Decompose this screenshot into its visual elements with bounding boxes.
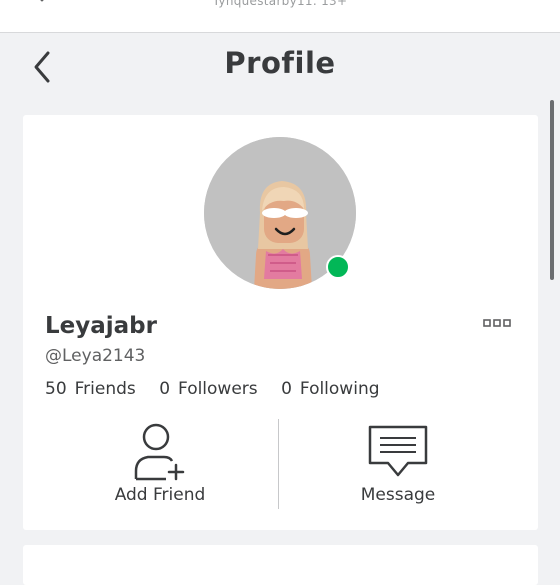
followers-label: Followers (178, 379, 258, 399)
message-button[interactable]: Message (278, 415, 518, 515)
following-stat[interactable]: 0 Following (281, 379, 379, 399)
page-title: Profile (224, 46, 336, 80)
display-name: Leyajabr (45, 313, 157, 339)
add-friend-button[interactable]: Add Friend (40, 415, 280, 515)
page-url: Tynquestarby11. 13+ (212, 0, 348, 8)
profile-stats: 50 Friends 0 Followers 0 Following (45, 379, 398, 399)
following-label: Following (299, 379, 380, 399)
profile-actions: Add Friend Message (23, 415, 538, 515)
message-label: Message (360, 485, 436, 505)
header: Profile (0, 33, 560, 103)
followers-count: 0 (159, 379, 171, 399)
next-card (23, 545, 538, 585)
scrollbar[interactable] (550, 100, 554, 280)
username: @Leya2143 (45, 346, 146, 366)
add-friend-label: Add Friend (114, 485, 206, 505)
friends-stat[interactable]: 50 Friends (45, 379, 136, 399)
followers-stat[interactable]: 0 Followers (159, 379, 257, 399)
online-status-dot (326, 255, 350, 279)
more-options-icon[interactable] (483, 318, 511, 328)
friends-label: Friends (74, 379, 136, 399)
message-icon (368, 425, 428, 477)
profile-card: Leyajabr @Leya2143 50 Friends 0 Followers … (23, 115, 538, 530)
friends-count: 50 (45, 379, 67, 399)
add-friend-icon (134, 423, 185, 481)
following-count: 0 (281, 379, 292, 399)
top-bar: Tynquestarby11. 13+ (0, 0, 560, 33)
